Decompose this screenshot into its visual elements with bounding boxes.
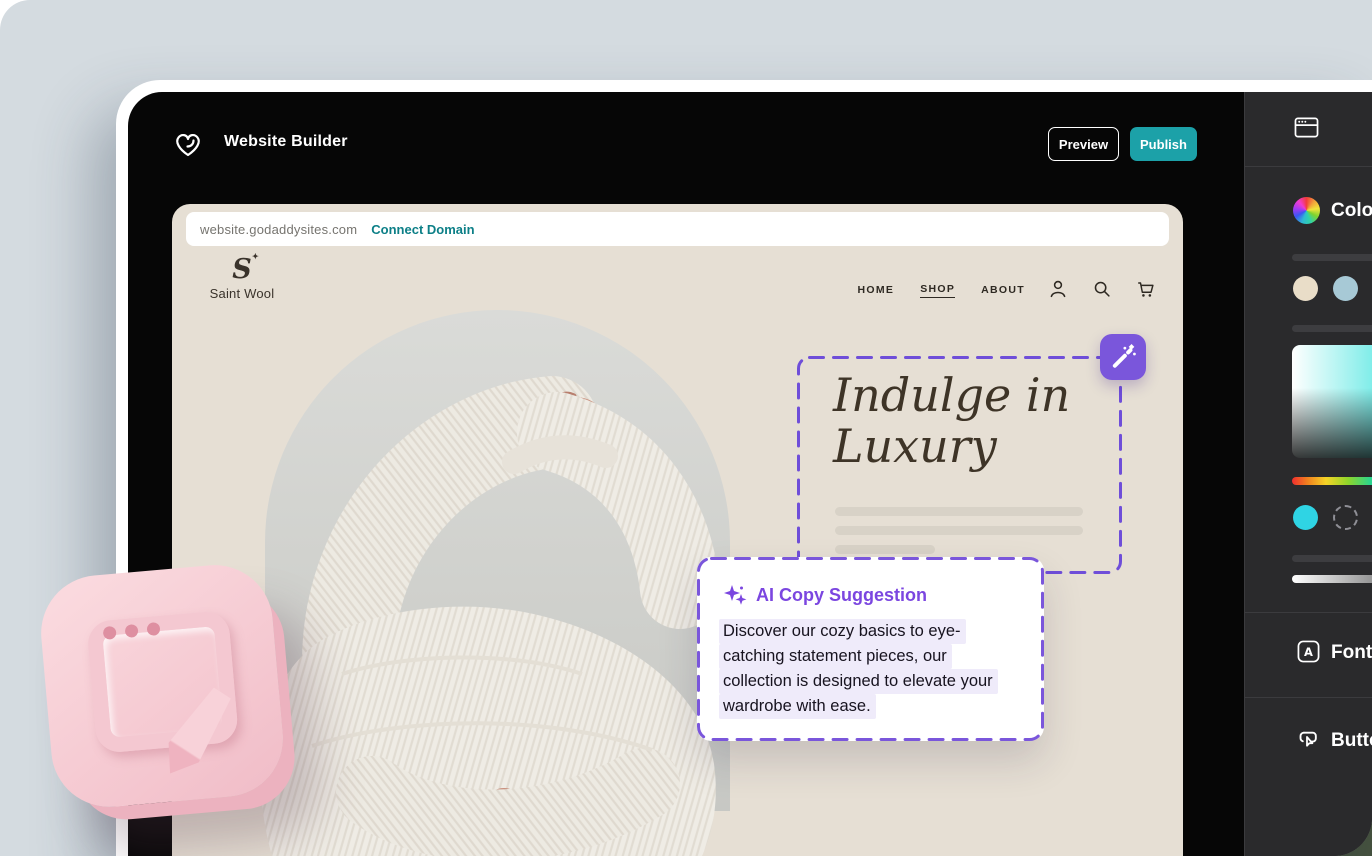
brand-name: Saint Wool (206, 286, 278, 301)
hue-slider[interactable] (1292, 477, 1372, 485)
sidebar-skeleton-bar (1292, 254, 1372, 261)
preview-button[interactable]: Preview (1048, 127, 1119, 161)
color-label: Color (1331, 200, 1372, 222)
account-icon (1047, 278, 1069, 300)
browser-window-icon (1294, 116, 1319, 139)
connect-domain-link[interactable]: Connect Domain (371, 222, 474, 237)
app-title: Website Builder (224, 133, 348, 151)
cart-icon (1135, 278, 1157, 300)
opacity-slider[interactable] (1292, 575, 1372, 583)
swatch-cyan-selected[interactable] (1293, 505, 1318, 530)
sidebar-divider (1245, 697, 1372, 698)
hero-image-sweater[interactable] (252, 344, 736, 856)
site-brand-logo[interactable]: S✦ Saint Wool (206, 256, 278, 301)
buttons-label: Button (1331, 730, 1372, 752)
ai-copy-suggestion-popup: AI Copy Suggestion Discover our cozy bas… (697, 557, 1044, 741)
site-preview: website.godaddysites.com Connect Domain … (172, 204, 1183, 856)
sidebar-item-buttons[interactable]: Button (1245, 718, 1372, 764)
font-icon: A (1297, 640, 1320, 663)
text-placeholder-line (835, 526, 1083, 535)
button-icon (1295, 727, 1320, 752)
magic-wand-icon (1109, 343, 1137, 371)
brand-mark-icon: S✦ (232, 256, 252, 283)
ai-text-line: catching statement pieces, our (719, 644, 952, 669)
sparkles-icon (723, 583, 747, 607)
domain-text: website.godaddysites.com (200, 222, 357, 237)
sidebar-divider (1245, 612, 1372, 613)
godaddy-logo-icon (172, 128, 204, 160)
ai-text-line: collection is designed to elevate your (719, 669, 998, 694)
sparkle-icon: ✦ (252, 252, 259, 260)
color-wheel-icon (1293, 197, 1320, 224)
hero-heading: Indulge in Luxury (833, 370, 1070, 472)
heading-selection-box[interactable]: Indulge in Luxury (797, 356, 1122, 574)
publish-button[interactable]: Publish (1130, 127, 1197, 161)
ai-popup-title: AI Copy Suggestion (756, 585, 927, 606)
search-icon (1091, 278, 1113, 300)
ai-text-line: wardrobe with ease. (719, 694, 876, 719)
saturation-picker[interactable] (1292, 345, 1372, 458)
swatch-blue[interactable] (1333, 276, 1358, 301)
svg-text:A: A (1304, 645, 1313, 659)
app-window: Website Builder Preview Publish website.… (116, 80, 1372, 856)
magic-wand-button[interactable] (1100, 334, 1146, 380)
text-placeholder-line (835, 507, 1083, 516)
sidebar-divider (1245, 166, 1372, 167)
fonts-label: Font (1331, 642, 1372, 664)
sidebar-skeleton-bar (1292, 555, 1372, 562)
nav-link-about[interactable]: ABOUT (981, 284, 1025, 298)
domain-bar: website.godaddysites.com Connect Domain (186, 212, 1169, 246)
sidebar-skeleton-bar (1292, 325, 1372, 332)
ai-text-line: Discover our cozy basics to eye- (719, 619, 966, 644)
account-button[interactable] (1047, 278, 1069, 303)
theme-sidebar: Color A Font (1244, 92, 1372, 856)
nav-link-home[interactable]: HOME (857, 284, 894, 298)
search-button[interactable] (1091, 278, 1113, 303)
cart-button[interactable] (1135, 278, 1157, 303)
sidebar-item-fonts[interactable]: A Font (1245, 630, 1372, 676)
site-pages-button[interactable] (1294, 116, 1319, 142)
swatch-add-custom[interactable] (1333, 505, 1358, 530)
ai-popup-header: AI Copy Suggestion (723, 583, 927, 607)
text-placeholder-line (835, 545, 935, 554)
site-nav: HOME SHOP ABOUT (857, 278, 1157, 303)
nav-link-shop[interactable]: SHOP (920, 283, 955, 298)
pink-3d-website-icon (36, 560, 287, 811)
editor-canvas: Website Builder Preview Publish website.… (128, 92, 1372, 856)
swatch-beige[interactable] (1293, 276, 1318, 301)
sidebar-item-color[interactable]: Color (1245, 188, 1372, 234)
ai-popup-text: Discover our cozy basics to eye- catchin… (723, 619, 998, 719)
